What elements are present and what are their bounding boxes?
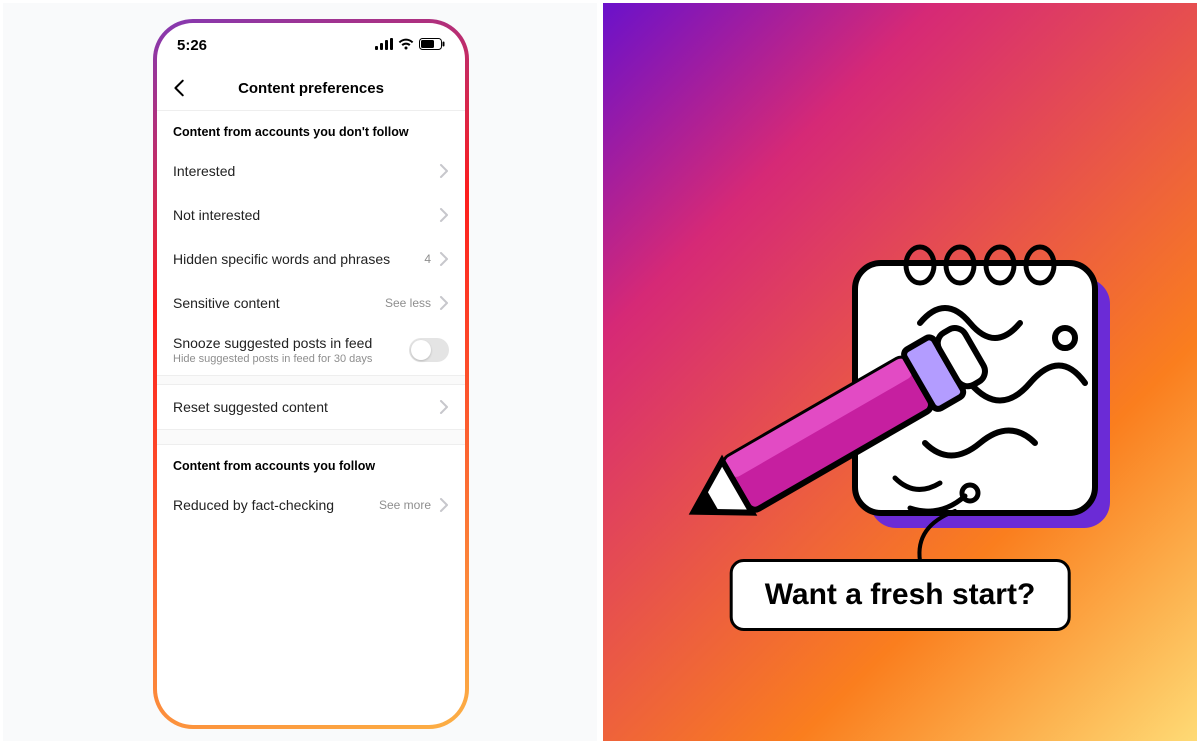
item-label: Reduced by fact-checking [173,497,334,513]
section-gap [157,429,465,445]
item-label: Hidden specific words and phrases [173,251,390,267]
nav-header: Content preferences [157,67,465,111]
pencil-notepad-illustration [660,243,1140,588]
page-title: Content preferences [238,80,384,97]
chevron-right-icon [439,208,449,222]
battery-icon [419,37,445,54]
item-reset-suggested[interactable]: Reset suggested content [157,385,465,429]
promo-text: Want a fresh start? [765,578,1036,611]
item-label: Not interested [173,207,260,223]
promo-speech-bubble: Want a fresh start? [730,559,1071,631]
list-divider [157,375,465,385]
item-snooze-suggested[interactable]: Snooze suggested posts in feed Hide sugg… [157,325,465,375]
status-icons [375,37,445,54]
item-label: Reset suggested content [173,399,328,415]
snooze-toggle[interactable] [409,338,449,362]
status-bar: 5:26 [157,23,465,67]
item-trail: See more [379,498,431,512]
chevron-right-icon [439,296,449,310]
item-hidden-words[interactable]: Hidden specific words and phrases 4 [157,237,465,281]
chevron-right-icon [439,498,449,512]
item-label: Sensitive content [173,295,280,311]
chevron-right-icon [439,252,449,266]
item-trail: See less [385,296,431,310]
phone-frame: 5:26 Content prefe [153,19,469,729]
item-interested[interactable]: Interested [157,149,465,193]
right-panel: Want a fresh start? [600,0,1200,744]
chevron-right-icon [439,164,449,178]
section-header-followed: Content from accounts you follow [157,445,465,483]
phone-screen: 5:26 Content prefe [157,23,465,725]
status-time: 5:26 [177,37,207,54]
item-label: Interested [173,163,235,179]
item-label: Snooze suggested posts in feed [173,335,372,351]
item-reduced-fact-checking[interactable]: Reduced by fact-checking See more [157,483,465,527]
left-panel: 5:26 Content prefe [0,0,600,744]
wifi-icon [398,37,414,54]
back-button[interactable] [169,77,191,104]
item-sensitive-content[interactable]: Sensitive content See less [157,281,465,325]
item-badge: 4 [424,252,431,266]
chevron-right-icon [439,400,449,414]
section-header-unfollowed: Content from accounts you don't follow [157,111,465,149]
cellular-icon [375,37,393,54]
item-sublabel: Hide suggested posts in feed for 30 days [173,353,372,365]
item-not-interested[interactable]: Not interested [157,193,465,237]
